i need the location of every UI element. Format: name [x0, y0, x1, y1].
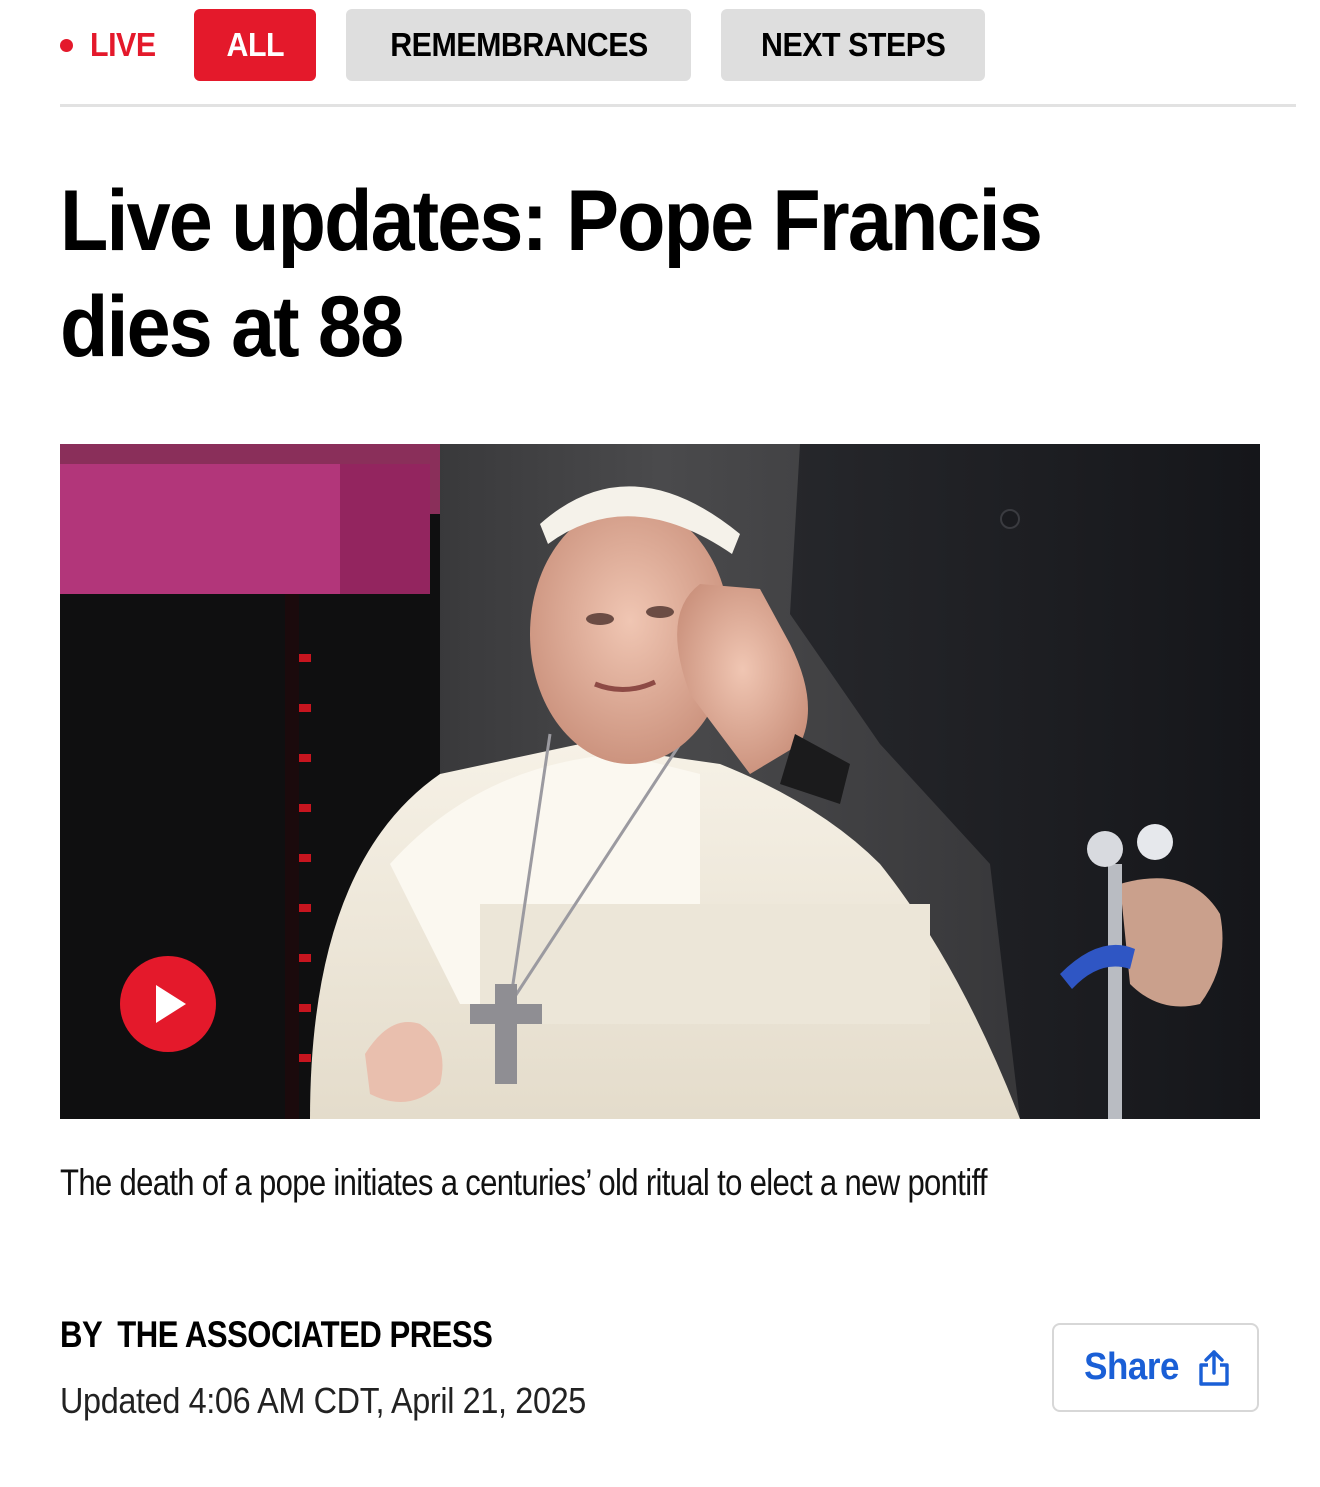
byline-prefix: BY: [60, 1314, 103, 1355]
page-title: Live updates: Pope Francis dies at 88: [60, 168, 1146, 380]
byline: BY THE ASSOCIATED PRESS: [60, 1314, 493, 1356]
live-label: LIVE: [90, 26, 156, 63]
image-caption: The death of a pope initiates a centurie…: [60, 1162, 988, 1203]
tab-remembrances[interactable]: REMEMBRANCES: [346, 9, 692, 81]
share-button[interactable]: Share: [1052, 1323, 1259, 1412]
tab-remembrances-label: REMEMBRANCES: [390, 26, 648, 63]
hero-video[interactable]: [60, 444, 1260, 1119]
share-icon: [1199, 1349, 1229, 1386]
updated-timestamp: Updated 4:06 AM CDT, April 21, 2025: [60, 1380, 586, 1421]
tab-next-steps[interactable]: NEXT STEPS: [721, 9, 986, 81]
tab-divider: [60, 104, 1296, 107]
tab-next-steps-label: NEXT STEPS: [761, 26, 946, 63]
tab-all[interactable]: ALL: [194, 9, 317, 81]
headline-line-2: dies at 88: [60, 279, 404, 375]
section-tab-bar: LIVE ALL REMEMBRANCES NEXT STEPS: [60, 9, 1015, 81]
play-icon: [156, 985, 186, 1023]
share-label: Share: [1084, 1346, 1179, 1388]
live-indicator: LIVE: [60, 9, 161, 81]
byline-author[interactable]: THE ASSOCIATED PRESS: [117, 1314, 493, 1356]
hero-photo: [60, 444, 1260, 1119]
play-button[interactable]: [120, 956, 216, 1052]
headline-line-1: Live updates: Pope Francis: [60, 173, 1043, 269]
live-dot-icon: [60, 38, 73, 52]
tab-all-label: ALL: [226, 26, 285, 63]
